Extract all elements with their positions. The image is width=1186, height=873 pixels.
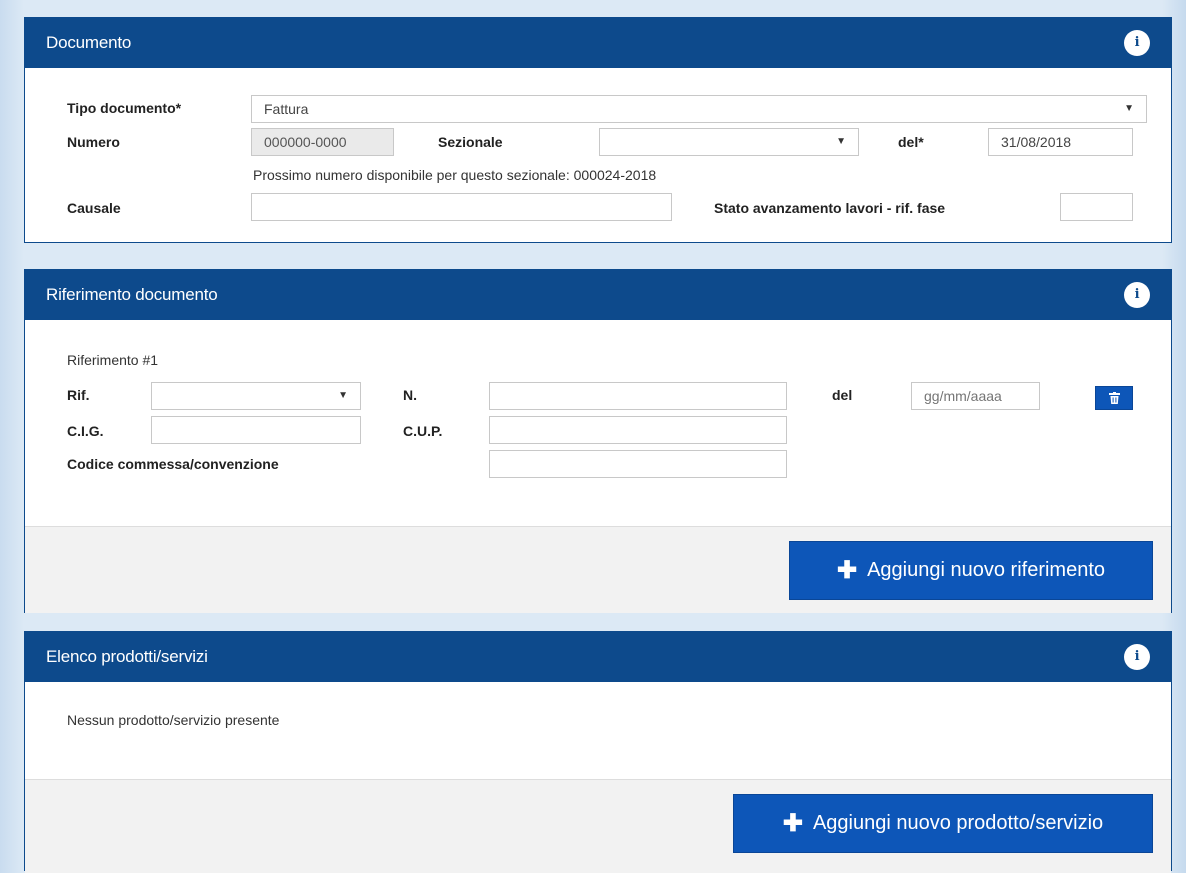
rif-del-label: del: [832, 387, 853, 403]
causale-field[interactable]: [251, 193, 672, 221]
prodotti-footer: ✚ Aggiungi nuovo prodotto/servizio: [25, 779, 1171, 873]
cup-field[interactable]: [489, 416, 787, 444]
cig-label: C.I.G.: [67, 423, 104, 439]
rif-del-date-field[interactable]: [911, 382, 1040, 410]
delete-riferimento-button[interactable]: [1095, 386, 1133, 410]
add-riferimento-label: Aggiungi nuovo riferimento: [867, 559, 1106, 581]
info-icon[interactable]: i: [1124, 644, 1150, 670]
info-icon[interactable]: i: [1124, 282, 1150, 308]
prodotti-panel: Elenco prodotti/servizi i Nessun prodott…: [24, 631, 1172, 873]
riferimento-item-title: Riferimento #1: [67, 352, 159, 368]
chevron-down-icon: ▼: [338, 390, 348, 401]
documento-header: Documento i: [25, 18, 1171, 68]
tipo-documento-select[interactable]: Fattura ▼: [251, 95, 1147, 123]
add-prodotto-label: Aggiungi nuovo prodotto/servizio: [812, 812, 1104, 834]
n-label: N.: [403, 387, 417, 403]
cup-label: C.U.P.: [403, 423, 443, 439]
sal-label: Stato avanzamento lavori - rif. fase: [714, 200, 946, 216]
rif-select[interactable]: ▼: [151, 382, 361, 410]
plus-icon: ✚: [836, 556, 858, 584]
del-label: del*: [898, 134, 924, 150]
tipo-documento-value: Fattura: [264, 101, 309, 117]
prodotti-header: Elenco prodotti/servizi i: [25, 632, 1171, 682]
riferimento-panel: Riferimento documento i Riferimento #1 R…: [24, 269, 1172, 613]
commessa-field[interactable]: [489, 450, 787, 478]
sezionale-label: Sezionale: [438, 134, 503, 150]
del-date-field[interactable]: [988, 128, 1133, 156]
riferimento-title: Riferimento documento: [46, 285, 218, 304]
add-prodotto-button[interactable]: ✚ Aggiungi nuovo prodotto/servizio: [733, 794, 1153, 853]
cig-field[interactable]: [151, 416, 361, 444]
chevron-down-icon: ▼: [1124, 103, 1134, 114]
causale-label: Causale: [67, 200, 121, 216]
numero-field: [251, 128, 394, 156]
prodotti-title: Elenco prodotti/servizi: [46, 647, 208, 666]
sal-field[interactable]: [1060, 193, 1133, 221]
sezionale-select[interactable]: ▼: [599, 128, 859, 156]
info-icon[interactable]: i: [1124, 30, 1150, 56]
documento-title: Documento: [46, 33, 132, 52]
tipo-documento-label: Tipo documento*: [67, 100, 182, 116]
prodotti-empty-text: Nessun prodotto/servizio presente: [67, 712, 280, 728]
chevron-down-icon: ▼: [836, 136, 846, 147]
riferimento-header: Riferimento documento i: [25, 270, 1171, 320]
commessa-label: Codice commessa/convenzione: [67, 456, 279, 472]
riferimento-footer: ✚ Aggiungi nuovo riferimento: [25, 526, 1171, 613]
add-riferimento-button[interactable]: ✚ Aggiungi nuovo riferimento: [789, 541, 1153, 600]
trash-icon: [1108, 392, 1120, 404]
documento-panel: Documento i Tipo documento* Fattura ▼ Nu…: [24, 17, 1172, 243]
rif-label: Rif.: [67, 387, 90, 403]
plus-icon: ✚: [782, 809, 803, 837]
n-field[interactable]: [489, 382, 787, 410]
prossimo-numero-hint: Prossimo numero disponibile per questo s…: [253, 167, 657, 183]
numero-label: Numero: [67, 134, 120, 150]
